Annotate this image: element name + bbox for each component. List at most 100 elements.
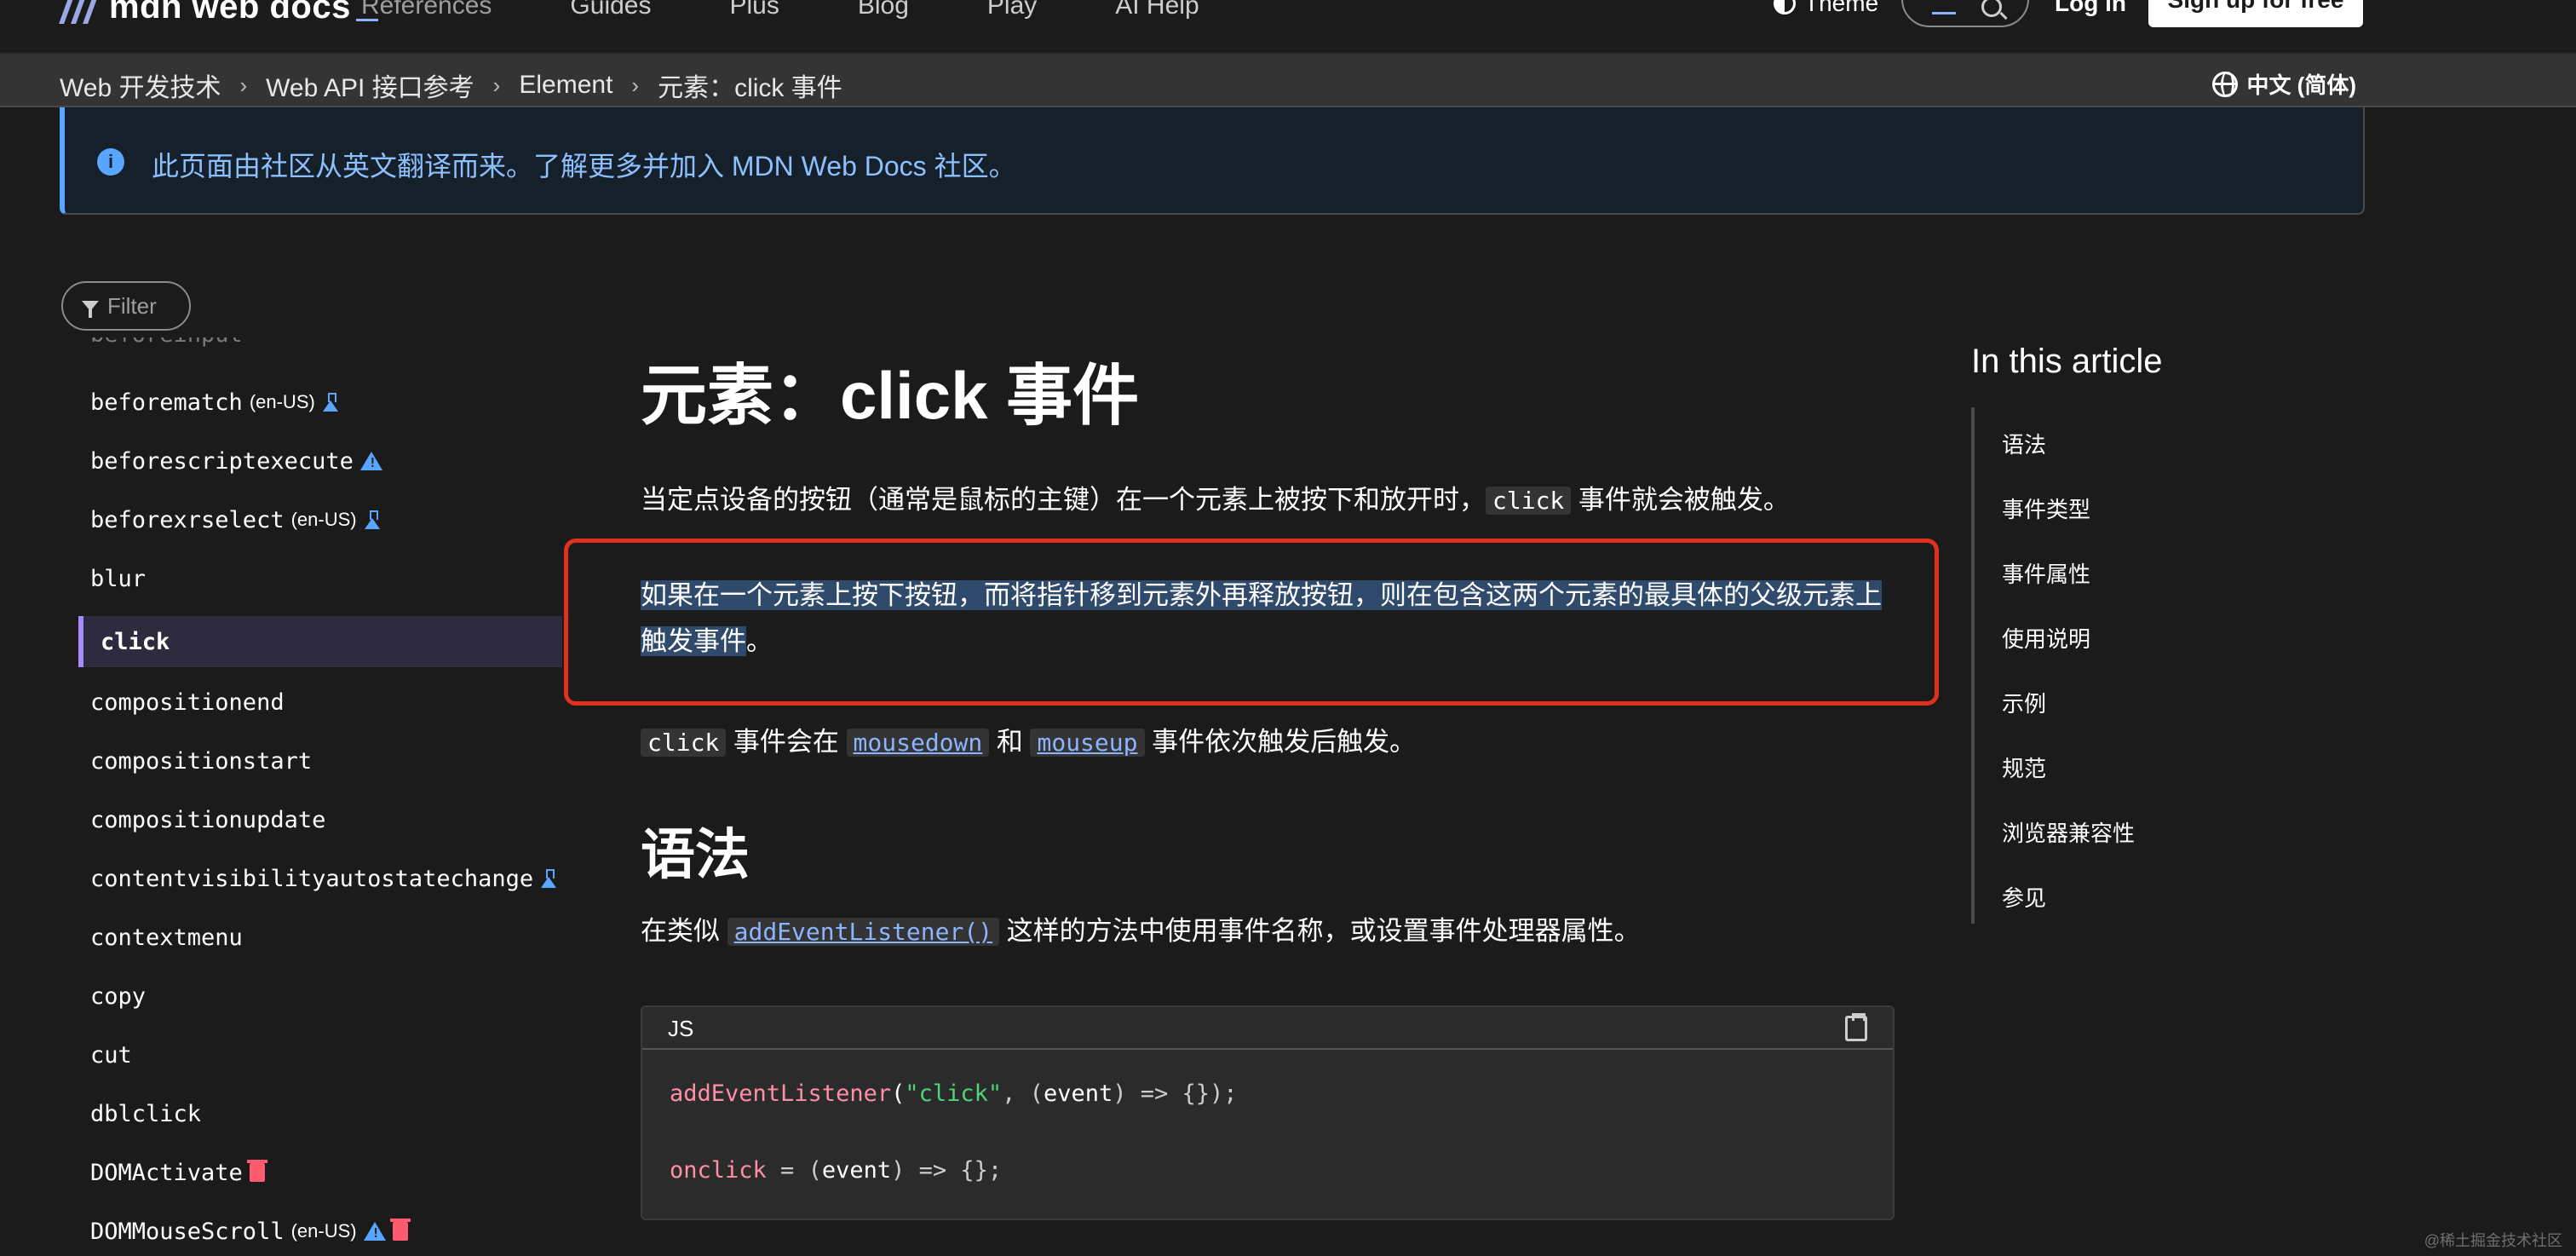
sidebar-item-label: blur xyxy=(90,565,147,592)
nav-blog[interactable]: Blog xyxy=(858,0,909,20)
nav-references[interactable]: References xyxy=(361,0,492,20)
sidebar-item-contextmenu[interactable]: contextmenu xyxy=(90,920,243,954)
sidebar-item-contentvisibilityautostatechange[interactable]: contentvisibilityautostatechange xyxy=(90,861,557,896)
theme-switcher[interactable]: Theme xyxy=(1774,0,1878,17)
sidebar-item-domactivate[interactable]: DOMActivate xyxy=(90,1155,267,1190)
code-token: "click" xyxy=(905,1080,1003,1107)
paragraph-text: 事件依次触发后触发。 xyxy=(1144,727,1417,757)
main-menu: References Guides Plus Blog Play AI Help xyxy=(361,0,1278,20)
code-token: , ( xyxy=(1002,1080,1044,1107)
chevron-right-icon: › xyxy=(239,72,248,98)
code-line: addEventListener("click", (event) => {})… xyxy=(670,1080,1238,1107)
search-icon[interactable] xyxy=(1981,0,2002,17)
locale-tag: (en-US) xyxy=(290,509,357,530)
sidebar-item-click[interactable]: click xyxy=(101,625,170,659)
sidebar-item-label: compositionend xyxy=(90,688,285,716)
nav-ai-help[interactable]: AI Help xyxy=(1115,0,1199,20)
sidebar-item-dommousescroll[interactable]: DOMMouseScroll (en-US) xyxy=(90,1214,411,1248)
sidebar-item-beforematch[interactable]: beforematch (en-US) xyxy=(90,385,339,419)
nav-guides[interactable]: Guides xyxy=(570,0,651,20)
breadcrumb: Web 开发技术 › Web API 接口参考 › Element › 元素：c… xyxy=(60,66,842,104)
banner-message[interactable]: 此页面由社区从英文翻译而来。了解更多并加入 MDN Web Docs 社区。 xyxy=(152,145,1016,184)
nav-play[interactable]: Play xyxy=(987,0,1037,20)
language-switcher[interactable]: 中文 (简体) xyxy=(2212,68,2356,100)
sidebar-item-label: beforescriptexecute xyxy=(90,447,354,475)
sidebar-filter-input[interactable]: Filter xyxy=(61,281,191,331)
chevron-right-icon: › xyxy=(631,72,640,98)
sidebar-item-label: click xyxy=(101,628,170,655)
mousedown-link[interactable]: mousedown xyxy=(846,729,990,757)
sidebar-item-compositionstart[interactable]: compositionstart xyxy=(90,744,312,778)
mouseup-link[interactable]: mouseup xyxy=(1030,729,1145,757)
toc-item-event-properties[interactable]: 事件属性 xyxy=(2002,557,2090,589)
paragraph-text: 在类似 xyxy=(641,916,727,946)
toc-rail xyxy=(1971,407,1975,924)
code-token: ) => {}); xyxy=(1113,1080,1238,1107)
toc-item-syntax[interactable]: 语法 xyxy=(2002,428,2046,459)
page-title: 元素：click 事件 xyxy=(641,358,1140,433)
login-link[interactable]: Log in xyxy=(2055,0,2126,17)
sidebar-item-label: compositionstart xyxy=(90,747,313,775)
translation-banner: i 此页面由社区从英文翻译而来。了解更多并加入 MDN Web Docs 社区。 xyxy=(60,107,2365,215)
inline-code: click xyxy=(1486,487,1572,515)
sidebar-item-label: DOMMouseScroll xyxy=(90,1218,285,1245)
toc-item-event-type[interactable]: 事件类型 xyxy=(2002,493,2090,524)
sidebar-item-copy[interactable]: copy xyxy=(90,979,146,1013)
event-order-paragraph: click 事件会在 mousedown 和 mouseup 事件依次触发后触发… xyxy=(641,719,1416,766)
sidebar-item-dblclick[interactable]: dblclick xyxy=(90,1097,201,1131)
sidebar-item-compositionupdate[interactable]: compositionupdate xyxy=(90,803,325,837)
code-token: event xyxy=(821,1157,892,1184)
code-token: = ( xyxy=(766,1157,822,1184)
sidebar-item-label: beforematch xyxy=(90,389,243,416)
warning-icon xyxy=(363,1222,386,1241)
copy-icon[interactable] xyxy=(1845,1013,1867,1041)
watermark: @稀土掘金技术社区 xyxy=(2424,1232,2562,1249)
signup-button[interactable]: Sign up for free xyxy=(2148,0,2363,27)
chevron-right-icon: › xyxy=(492,72,501,98)
intro-text: 当定点设备的按钮（通常是鼠标的主键）在一个元素上被按下和放开时， xyxy=(641,485,1486,515)
sidebar-item-cut[interactable]: cut xyxy=(90,1038,132,1072)
sidebar-item-label: contentvisibilityautostatechange xyxy=(90,865,534,892)
sidebar-item-label: contextmenu xyxy=(90,924,243,951)
sidebar-item-blur[interactable]: blur xyxy=(90,562,146,596)
theme-icon xyxy=(1774,0,1796,14)
toc-item-examples[interactable]: 示例 xyxy=(2002,687,2046,718)
syntax-paragraph: 在类似 addEventListener() 这样的方法中使用事件名称，或设置事… xyxy=(641,908,1641,955)
sidebar-item-label: cut xyxy=(90,1041,132,1069)
code-token: addEventListener xyxy=(670,1080,892,1107)
breadcrumb-web-tech[interactable]: Web 开发技术 xyxy=(60,66,221,104)
breadcrumb-bar: Web 开发技术 › Web API 接口参考 › Element › 元素：c… xyxy=(0,55,2576,107)
breadcrumb-current[interactable]: 元素：click 事件 xyxy=(658,66,842,104)
inline-code: click xyxy=(641,729,727,757)
toc-item-usage-notes[interactable]: 使用说明 xyxy=(2002,622,2090,654)
breadcrumb-web-api[interactable]: Web API 接口参考 xyxy=(266,66,474,104)
paragraph-text: 事件会在 xyxy=(726,727,847,757)
paragraph-text: 这样的方法中使用事件名称，或设置事件处理器属性。 xyxy=(999,916,1641,946)
breadcrumb-element[interactable]: Element xyxy=(519,71,612,100)
code-token: ) => {}; xyxy=(891,1157,1003,1184)
toc-item-specifications[interactable]: 规范 xyxy=(2002,752,2046,783)
sidebar-item-beforexrselect[interactable]: beforexrselect (en-US) xyxy=(90,503,381,537)
theme-label: Theme xyxy=(1804,0,1879,16)
syntax-heading[interactable]: 语法 xyxy=(641,811,750,890)
sidebar-item-label: compositionupdate xyxy=(90,806,326,833)
search-input[interactable] xyxy=(1901,0,2029,27)
mdn-logo[interactable]: mdn web docs xyxy=(59,0,378,32)
brand-name: mdn web docs xyxy=(109,0,351,26)
toc-item-browser-compat[interactable]: 浏览器兼容性 xyxy=(2002,816,2135,848)
locale-tag: (en-US) xyxy=(249,391,315,412)
toc-title: In this article xyxy=(1971,343,2163,380)
filter-placeholder: Filter xyxy=(107,292,157,319)
sidebar-item-beforescriptexecute[interactable]: beforescriptexecute xyxy=(90,444,382,478)
code-example: JS addEventListener("click", (event) => … xyxy=(641,1005,1895,1220)
warning-icon xyxy=(359,452,382,470)
toc-item-see-also[interactable]: 参见 xyxy=(2002,881,2046,913)
code-token: event xyxy=(1043,1080,1113,1107)
sidebar-item-label: DOMActivate xyxy=(90,1159,243,1186)
addeventlistener-link[interactable]: addEventListener() xyxy=(727,918,1000,946)
sidebar-item-compositionend[interactable]: compositionend xyxy=(90,685,285,719)
nav-plus[interactable]: Plus xyxy=(729,0,779,20)
paragraph-text: 和 xyxy=(989,727,1031,757)
locale-tag: (en-US) xyxy=(290,1220,357,1242)
trash-icon xyxy=(389,1219,411,1241)
